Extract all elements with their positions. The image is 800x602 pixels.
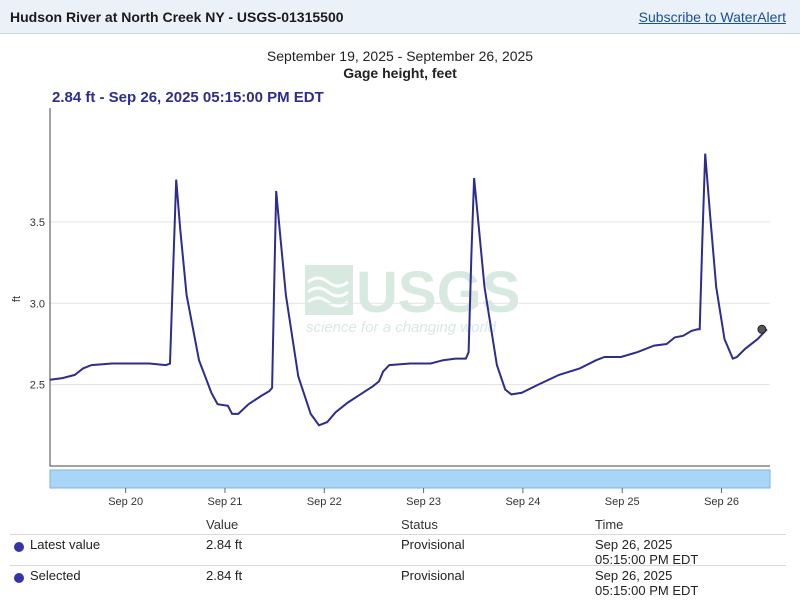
x-tick-label: Sep 20 (108, 496, 143, 508)
y-tick-label: 2.5 (30, 380, 45, 392)
x-tick-label: Sep 25 (605, 496, 640, 508)
row-value: 2.84 ft (206, 537, 243, 552)
x-tick-label: Sep 23 (406, 496, 441, 508)
gage-height-chart[interactable]: USGS science for a changing world 2.5 3.0… (0, 0, 800, 520)
series-dot-icon (14, 573, 24, 583)
col-header-time: Time (595, 517, 624, 532)
row-value: 2.84 ft (206, 568, 243, 583)
row-label: Latest value (30, 537, 101, 552)
usgs-watermark-logo: USGS (356, 260, 520, 325)
usgs-watermark: USGS science for a changing world (305, 260, 520, 336)
col-header-value: Value (206, 517, 239, 532)
usgs-logo-waves-icon (305, 265, 353, 315)
row-label: Selected (30, 568, 81, 583)
x-tick-label: Sep 26 (704, 496, 739, 508)
y-tick-label: 3.0 (30, 298, 45, 310)
x-tick-label: Sep 22 (307, 496, 342, 508)
selected-point-marker[interactable] (757, 324, 767, 334)
table-row-latest: Latest value 2.84 ft Provisional Sep 26,… (10, 534, 786, 567)
x-tick-label: Sep 24 (505, 496, 540, 508)
y-axis-ticks: 2.5 3.0 3.5 (30, 217, 45, 392)
time-range-navigator[interactable] (49, 469, 771, 489)
y-tick-label: 3.5 (30, 217, 45, 229)
row-date: Sep 26, 2025 (595, 537, 673, 552)
x-axis-ticks: Sep 20 Sep 21 Sep 22 Sep 23 Sep 24 Sep 25 Sep … (108, 488, 739, 508)
table-row-selected: Selected 2.84 ft Provisional Sep 26, 202… (10, 565, 786, 598)
row-status: Provisional (401, 537, 465, 552)
chart-gridlines (50, 221, 770, 386)
y-axis-label: ft (11, 296, 23, 302)
x-tick-label: Sep 21 (208, 496, 243, 508)
series-dot-icon (14, 542, 24, 552)
row-time: 05:15:00 PM EDT (595, 583, 699, 598)
row-date: Sep 26, 2025 (595, 568, 673, 583)
row-status: Provisional (401, 568, 465, 583)
col-header-status: Status (401, 517, 438, 532)
